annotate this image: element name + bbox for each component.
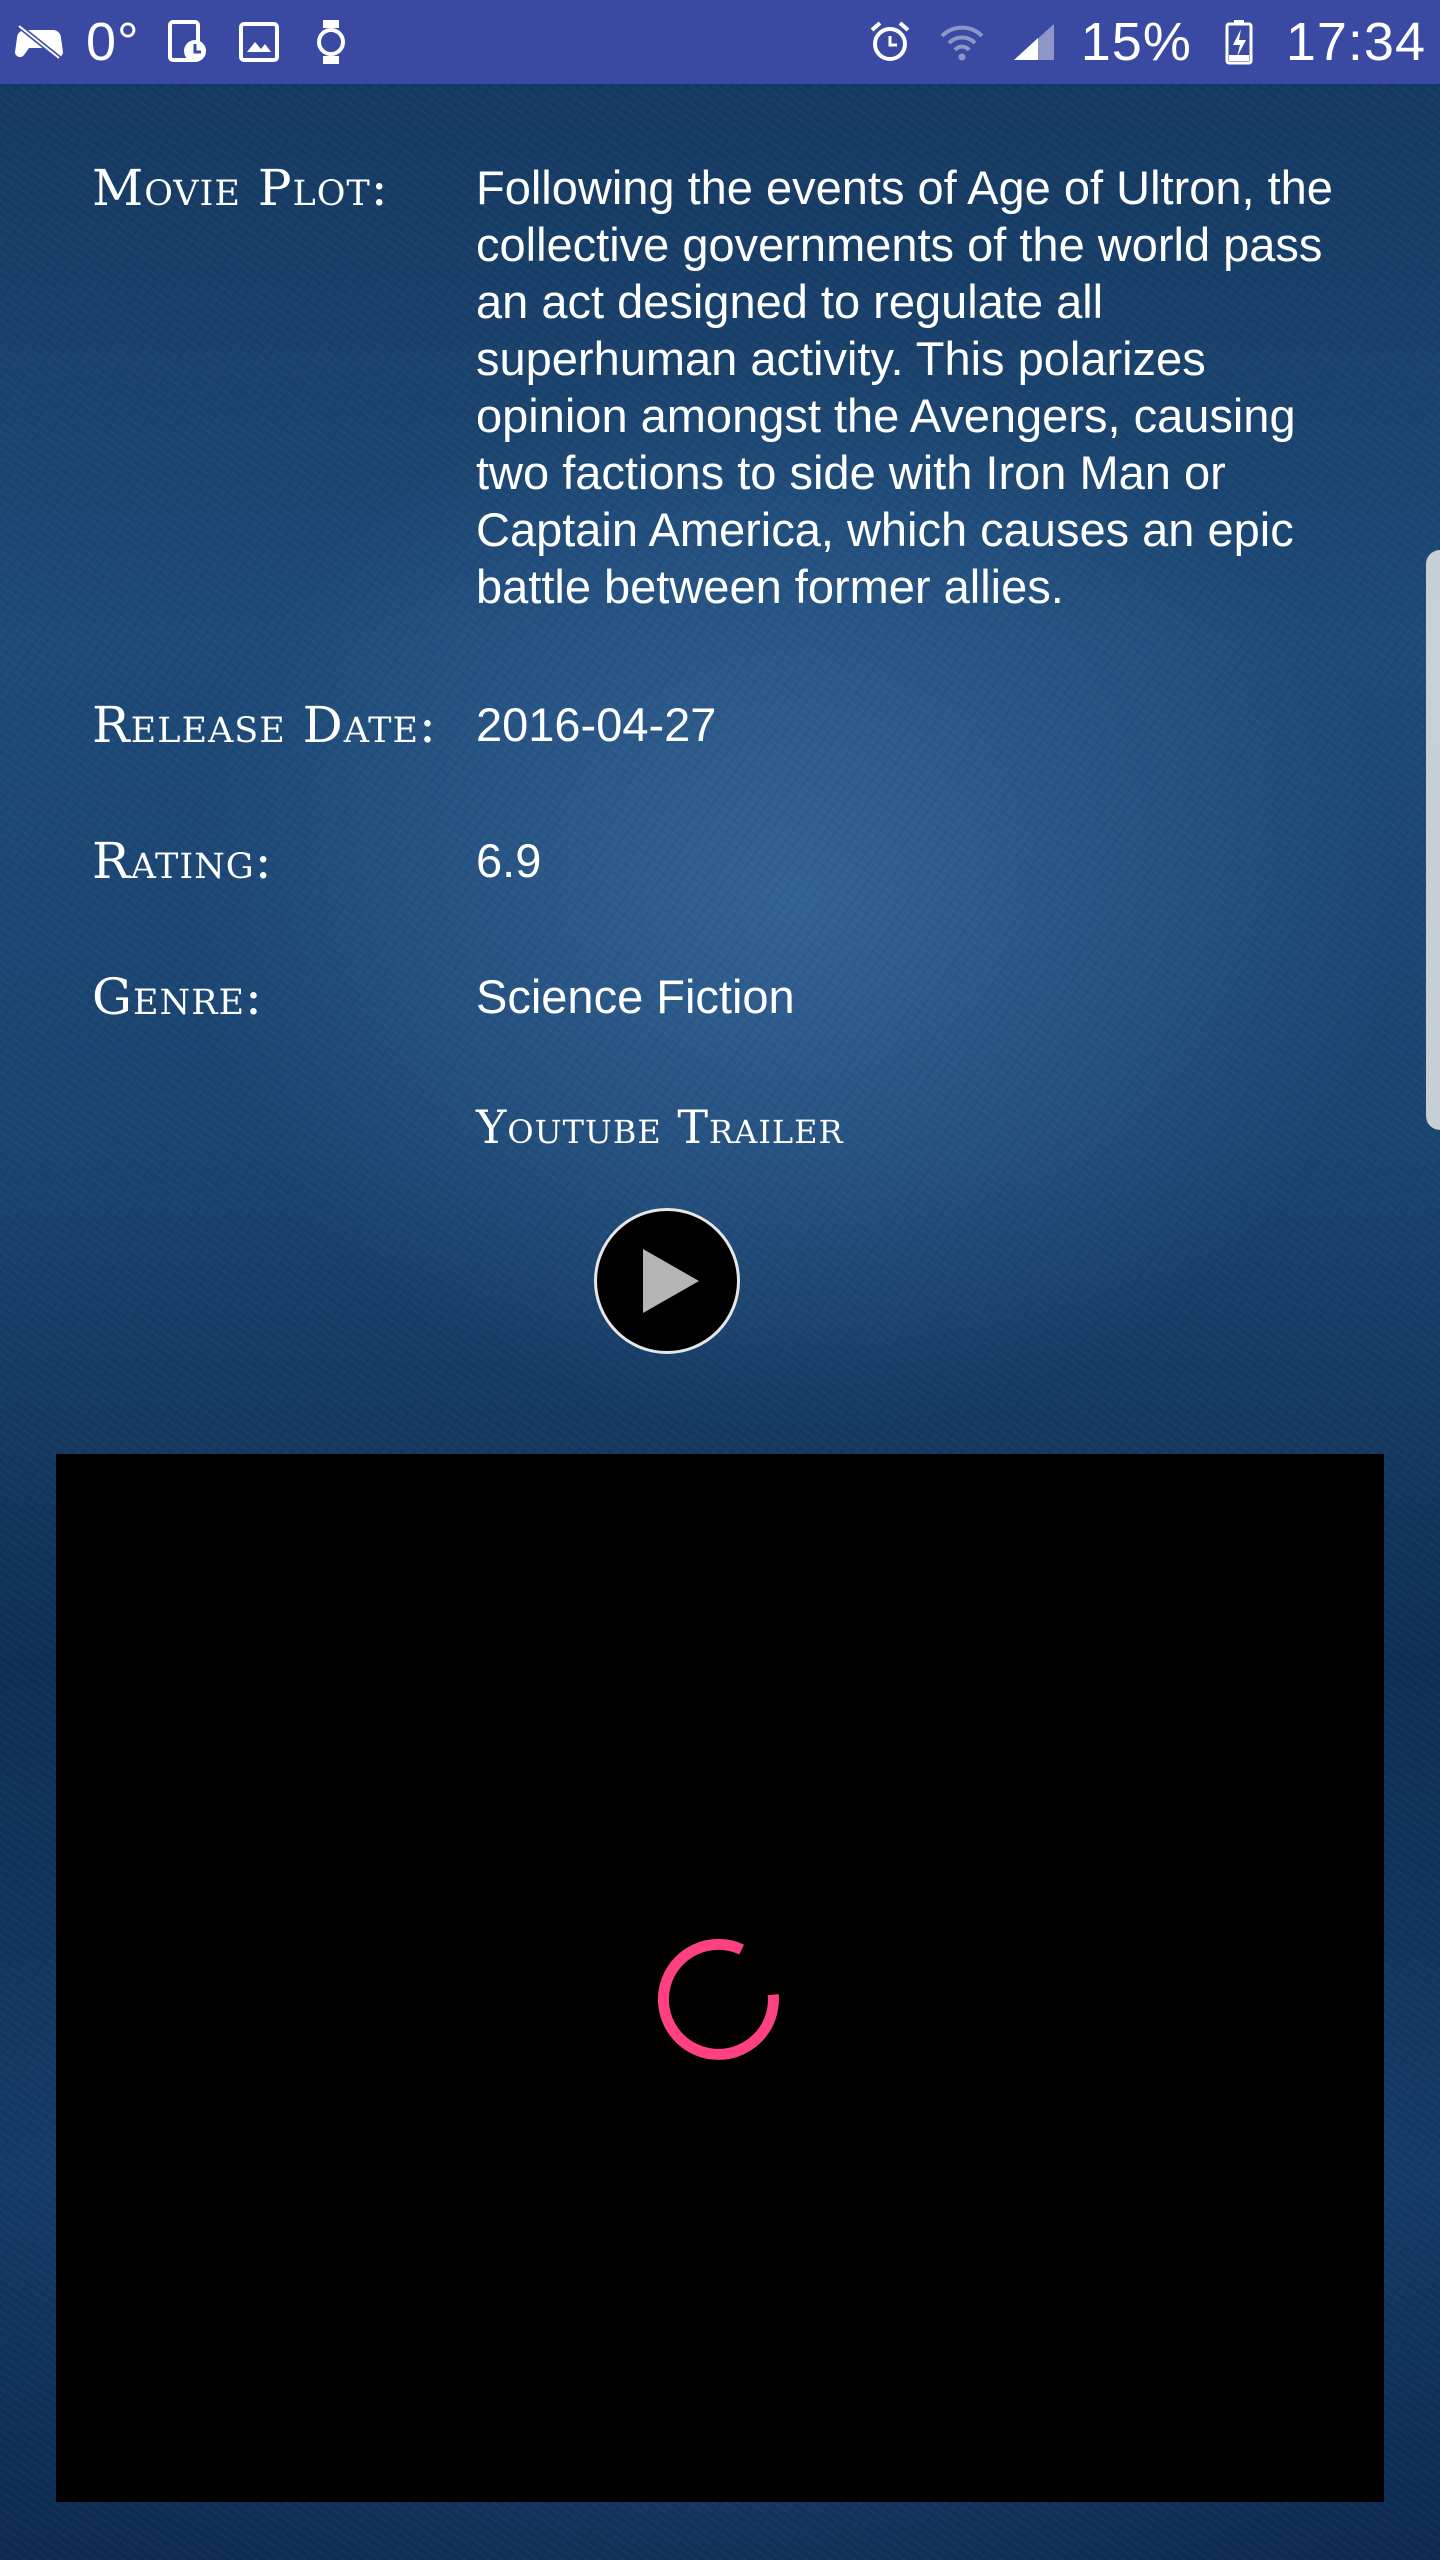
- youtube-video-player[interactable]: [56, 1454, 1384, 2502]
- rating-label: Rating:: [92, 832, 273, 890]
- battery-percent-text: 15%: [1080, 12, 1192, 72]
- genre-value: Science Fiction: [476, 970, 795, 1023]
- loading-spinner: [657, 1938, 779, 2060]
- wifi-icon: [937, 17, 987, 67]
- clock-time: 17:34: [1285, 12, 1426, 72]
- signal-icon: [1009, 17, 1059, 67]
- image-icon: [234, 17, 284, 67]
- doc-clock-icon: [162, 17, 212, 67]
- play-trailer-button[interactable]: [594, 1208, 740, 1354]
- play-icon: [643, 1249, 699, 1313]
- status-left: 0°: [14, 11, 356, 73]
- release-date-label: Release Date:: [92, 696, 437, 754]
- temperature-text: 0°: [86, 12, 140, 72]
- genre-label: Genre:: [92, 968, 263, 1026]
- battery-charging-icon: [1214, 17, 1264, 67]
- edge-panel-handle[interactable]: [1426, 550, 1440, 1130]
- release-date-value: 2016-04-27: [476, 698, 717, 751]
- plot-value: Following the events of Age of Ultron, t…: [476, 161, 1333, 613]
- rating-value: 6.9: [476, 834, 542, 887]
- game-controller-icon: [14, 17, 64, 67]
- plot-label: Movie Plot:: [92, 159, 389, 217]
- status-bar: 0° 15% 17:34: [0, 0, 1440, 84]
- watch-icon: [306, 17, 356, 67]
- trailer-label: Youtube Trailer: [476, 1100, 844, 1154]
- alarm-icon: [865, 17, 915, 67]
- status-right: 15% 17:34: [865, 11, 1426, 73]
